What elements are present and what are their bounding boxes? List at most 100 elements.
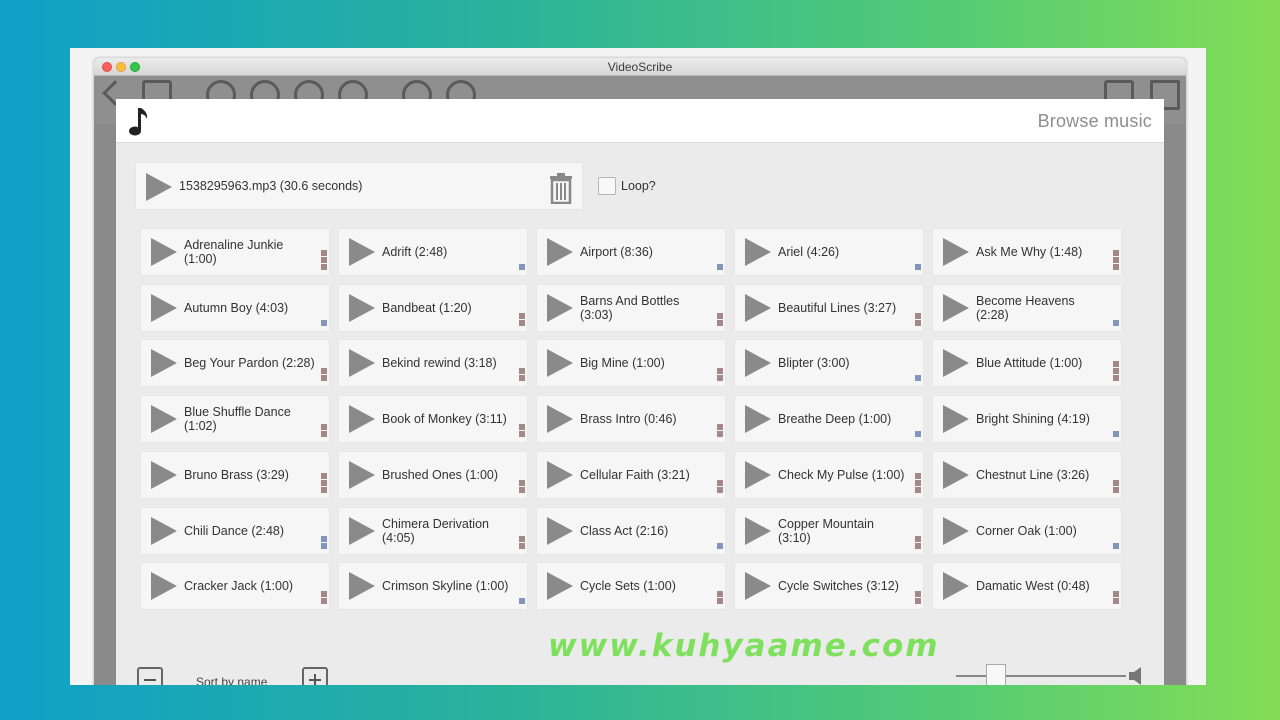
track-card[interactable]: Bright Shining (4:19) xyxy=(932,395,1122,444)
zoom-in-button[interactable] xyxy=(302,667,328,685)
play-icon[interactable] xyxy=(349,349,375,378)
play-icon[interactable] xyxy=(349,238,375,266)
play-icon[interactable] xyxy=(745,349,771,378)
play-icon[interactable] xyxy=(943,238,969,266)
track-card[interactable]: Damatic West (0:48) xyxy=(932,562,1122,611)
play-icon[interactable] xyxy=(349,516,375,545)
speaker-icon[interactable] xyxy=(1128,665,1146,685)
play-icon[interactable] xyxy=(151,572,177,601)
track-tag-indicator xyxy=(1113,319,1119,326)
track-card[interactable]: Brass Intro (0:46) xyxy=(536,395,726,444)
play-icon[interactable] xyxy=(146,173,172,201)
track-card[interactable]: Big Mine (1:00) xyxy=(536,339,726,388)
track-card[interactable]: Adrenaline Junkie (1:00) xyxy=(140,228,330,276)
track-label: Chestnut Line (3:26) xyxy=(976,467,1090,482)
play-icon[interactable] xyxy=(349,293,375,322)
track-tag-indicator xyxy=(321,591,327,605)
volume-slider-handle[interactable] xyxy=(986,664,1006,685)
play-icon[interactable] xyxy=(547,572,573,601)
play-icon[interactable] xyxy=(745,572,771,601)
track-card[interactable]: Become Heavens (2:28) xyxy=(932,283,1122,332)
loop-checkbox[interactable] xyxy=(598,177,616,195)
track-card[interactable]: Chimera Derivation (4:05) xyxy=(338,506,528,555)
track-card[interactable]: Autumn Boy (4:03) xyxy=(140,283,330,332)
track-card[interactable]: Cycle Sets (1:00) xyxy=(536,562,726,611)
track-tag-indicator xyxy=(1113,361,1119,382)
play-icon[interactable] xyxy=(547,460,573,489)
track-card[interactable]: Ask Me Why (1:48) xyxy=(932,228,1122,276)
play-icon[interactable] xyxy=(349,405,375,434)
track-card[interactable]: Cellular Faith (3:21) xyxy=(536,450,726,499)
track-card[interactable]: Copper Mountain (3:10) xyxy=(734,506,924,555)
play-icon[interactable] xyxy=(745,238,771,266)
track-card[interactable]: Breathe Deep (1:00) xyxy=(734,395,924,444)
play-icon[interactable] xyxy=(745,460,771,489)
play-icon[interactable] xyxy=(349,572,375,601)
track-card[interactable]: Brushed Ones (1:00) xyxy=(338,450,528,499)
track-card[interactable]: Class Act (2:16) xyxy=(536,506,726,555)
play-icon[interactable] xyxy=(943,293,969,322)
play-icon[interactable] xyxy=(943,516,969,545)
track-label: Corner Oak (1:00) xyxy=(976,523,1077,538)
play-icon[interactable] xyxy=(745,405,771,434)
play-icon[interactable] xyxy=(943,405,969,434)
track-tag-indicator xyxy=(717,312,723,326)
track-card[interactable]: Blue Attitude (1:00) xyxy=(932,339,1122,388)
play-icon[interactable] xyxy=(745,516,771,545)
play-icon[interactable] xyxy=(151,293,177,322)
track-card[interactable]: Barns And Bottles (3:03) xyxy=(536,283,726,332)
track-card[interactable]: Check My Pulse (1:00) xyxy=(734,450,924,499)
track-tag-indicator xyxy=(915,591,921,605)
zoom-out-button[interactable] xyxy=(137,667,163,685)
track-label: Bekind rewind (3:18) xyxy=(382,356,497,371)
sort-label[interactable]: Sort by name xyxy=(196,675,267,685)
track-card[interactable]: Book of Monkey (3:11) xyxy=(338,395,528,444)
track-card[interactable]: Blipter (3:00) xyxy=(734,339,924,388)
play-icon[interactable] xyxy=(151,349,177,378)
play-icon[interactable] xyxy=(151,238,177,266)
volume-slider-track[interactable] xyxy=(956,675,1126,677)
track-card[interactable]: Bruno Brass (3:29) xyxy=(140,450,330,499)
track-tag-indicator xyxy=(519,264,525,270)
track-card[interactable]: Chili Dance (2:48) xyxy=(140,506,330,555)
track-card[interactable]: Bandbeat (1:20) xyxy=(338,283,528,332)
play-icon[interactable] xyxy=(943,572,969,601)
track-label: Book of Monkey (3:11) xyxy=(382,412,507,427)
track-label: Adrift (2:48) xyxy=(382,245,448,259)
play-icon[interactable] xyxy=(349,460,375,489)
track-card[interactable]: Airport (8:36) xyxy=(536,228,726,276)
play-icon[interactable] xyxy=(547,405,573,434)
track-card[interactable]: Bekind rewind (3:18) xyxy=(338,339,528,388)
current-track-label: 1538295963.mp3 (30.6 seconds) xyxy=(179,179,363,193)
play-icon[interactable] xyxy=(547,293,573,322)
track-tag-indicator xyxy=(519,535,525,549)
play-icon[interactable] xyxy=(151,516,177,545)
track-card[interactable]: Ariel (4:26) xyxy=(734,228,924,276)
track-tag-indicator xyxy=(1113,431,1119,438)
track-card[interactable]: Beautiful Lines (3:27) xyxy=(734,283,924,332)
dialog-header: Browse music xyxy=(116,99,1164,143)
track-label: Check My Pulse (1:00) xyxy=(778,467,905,482)
play-icon[interactable] xyxy=(151,460,177,489)
play-icon[interactable] xyxy=(547,516,573,545)
track-card[interactable]: Chestnut Line (3:26) xyxy=(932,450,1122,499)
play-icon[interactable] xyxy=(151,405,177,434)
app-window: VideoScribe Browse music 1538295963.mp3 … xyxy=(94,58,1186,685)
track-card[interactable]: Corner Oak (1:00) xyxy=(932,506,1122,555)
track-card[interactable]: Cracker Jack (1:00) xyxy=(140,562,330,611)
play-icon[interactable] xyxy=(943,349,969,378)
track-tag-indicator xyxy=(519,312,525,326)
play-icon[interactable] xyxy=(943,460,969,489)
track-label: Ask Me Why (1:48) xyxy=(976,245,1083,259)
trash-icon[interactable] xyxy=(548,172,574,204)
track-card[interactable]: Adrift (2:48) xyxy=(338,228,528,276)
track-card[interactable]: Cycle Switches (3:12) xyxy=(734,562,924,611)
track-card[interactable]: Blue Shuffle Dance (1:02) xyxy=(140,395,330,444)
play-icon[interactable] xyxy=(547,238,573,266)
track-card[interactable]: Crimson Skyline (1:00) xyxy=(338,562,528,611)
play-icon[interactable] xyxy=(547,349,573,378)
play-icon[interactable] xyxy=(745,293,771,322)
screenshot-frame: VideoScribe Browse music 1538295963.mp3 … xyxy=(70,48,1206,685)
track-tag-indicator xyxy=(1113,542,1119,549)
track-card[interactable]: Beg Your Pardon (2:28) xyxy=(140,339,330,388)
